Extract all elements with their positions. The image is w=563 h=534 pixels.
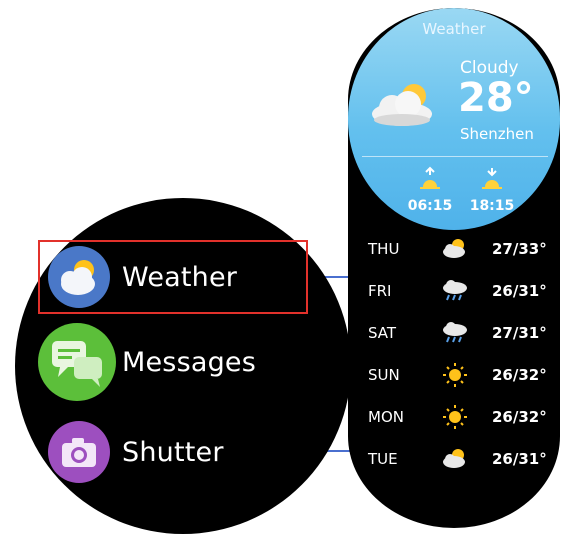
- rain-cloud-icon: [440, 320, 470, 348]
- sun-icon: [440, 404, 470, 434]
- watch-weather-screen: Weather Cloudy 28° Shenzhen 06:15 18:15 …: [348, 8, 560, 528]
- sun-icon: [440, 362, 470, 392]
- forecast-temp: 26/31°: [492, 450, 547, 468]
- sunset-icon: [482, 168, 502, 189]
- sunrise-time: 06:15: [407, 198, 453, 214]
- app-label-messages: Messages: [122, 346, 257, 378]
- rain-cloud-icon: [440, 278, 470, 306]
- forecast-row: MON 26/32°: [368, 402, 560, 432]
- forecast-temp: 26/32°: [492, 366, 547, 384]
- forecast-day: SAT: [368, 324, 397, 342]
- cloud-sun-icon: [440, 446, 470, 474]
- weather-summary-panel: Weather Cloudy 28° Shenzhen 06:15 18:15: [348, 8, 560, 230]
- sunset-block: 18:15: [462, 166, 522, 214]
- forecast-day: SUN: [368, 366, 400, 384]
- forecast-row: SAT 27/31°: [368, 318, 560, 348]
- app-item-messages[interactable]: Messages: [38, 320, 256, 404]
- current-city: Shenzhen: [460, 125, 534, 143]
- forecast-temp: 26/32°: [492, 408, 547, 426]
- forecast-temp: 27/33°: [492, 240, 547, 258]
- sunrise-block: 06:15: [400, 166, 460, 214]
- forecast-row: THU 27/33°: [368, 234, 560, 264]
- forecast-row: SUN 26/32°: [368, 360, 560, 390]
- sunrise-icon: [420, 166, 440, 189]
- forecast-day: FRI: [368, 282, 392, 300]
- forecast-row: TUE 26/31°: [368, 444, 560, 474]
- forecast-temp: 26/31°: [492, 282, 547, 300]
- cloud-sun-icon: [440, 236, 470, 264]
- forecast-day: THU: [368, 240, 400, 258]
- forecast-row: FRI 26/31°: [368, 276, 560, 306]
- chat-bubbles-icon: [38, 323, 116, 401]
- sunset-time: 18:15: [469, 198, 515, 214]
- forecast-temp: 27/31°: [492, 324, 547, 342]
- cloud-sun-large-icon: [368, 82, 438, 132]
- camera-icon: [48, 421, 110, 483]
- forecast-day: TUE: [368, 450, 398, 468]
- app-label-shutter: Shutter: [122, 436, 224, 468]
- summary-divider: [362, 156, 548, 157]
- current-temperature: 28°: [458, 75, 534, 121]
- weather-screen-title: Weather: [422, 20, 486, 38]
- forecast-day: MON: [368, 408, 404, 426]
- stage: Weather Messages Shutter Weather Cloudy …: [0, 0, 563, 534]
- app-item-shutter[interactable]: Shutter: [48, 410, 224, 494]
- selection-highlight-box: [38, 240, 308, 314]
